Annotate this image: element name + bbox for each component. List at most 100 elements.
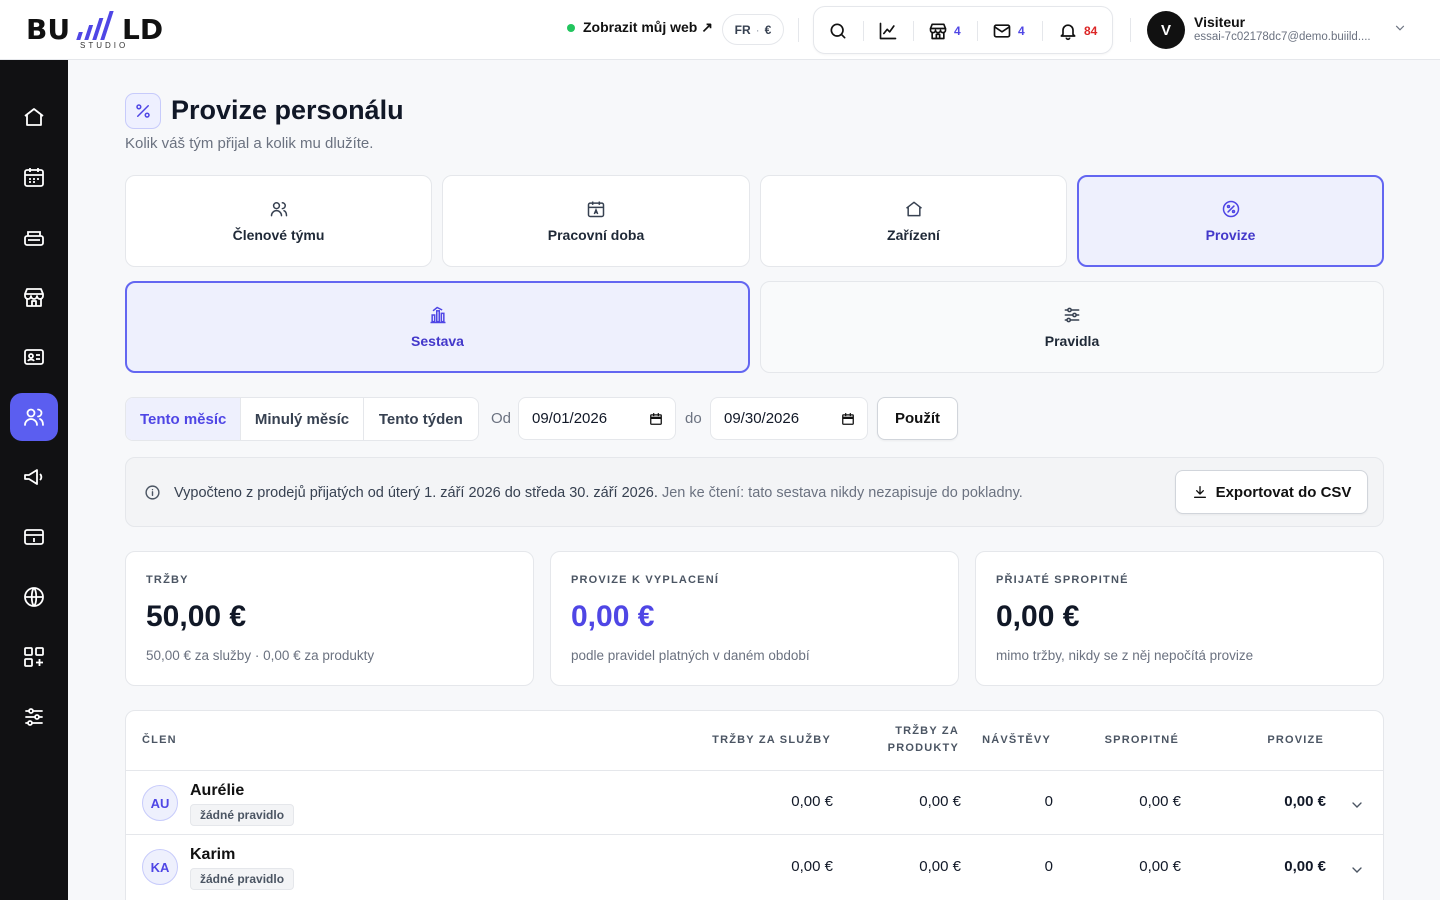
tab-facilities[interactable]: Zařízení	[760, 175, 1067, 267]
notifications-button[interactable]: 84	[1058, 19, 1097, 43]
percent-circle-icon	[1222, 200, 1239, 218]
stat-card-commission: PROVIZE K VYPLACENÍ 0,00 € podle pravide…	[550, 551, 959, 686]
cell-commission: 0,00 €	[1284, 858, 1326, 875]
column-header-visits: NÁVŠTĚVY	[982, 734, 1051, 746]
language-currency-selector[interactable]: FR · €	[722, 14, 784, 45]
sidebar-item-clients[interactable]	[10, 333, 58, 381]
logo[interactable]: BU LD STUDIO	[26, 10, 186, 52]
view-site-label: Zobrazit můj web ↗	[583, 19, 713, 35]
tab-label: Provize	[1205, 227, 1256, 243]
cell-visits: 0	[1044, 793, 1053, 810]
date-to-label: do	[685, 410, 702, 427]
cell-visits: 0	[1044, 858, 1053, 875]
sidebar-item-calendar[interactable]	[10, 153, 58, 201]
tab-team-members[interactable]: Členové týmu	[125, 175, 432, 267]
column-header-commission: PROVIZE	[1267, 734, 1324, 746]
date-to-value: 09/30/2026	[724, 410, 800, 427]
home-icon	[905, 201, 922, 217]
toolbar-group: 4 4 84	[813, 6, 1113, 54]
tab-commissions[interactable]: Provize	[1077, 175, 1384, 267]
preset-this-month[interactable]: Tento měsíc	[126, 398, 242, 440]
sidebar-item-payments[interactable]	[10, 513, 58, 561]
contact-card-icon	[24, 349, 44, 365]
preset-last-month[interactable]: Minulý měsíc	[241, 398, 364, 440]
chevron-down-icon[interactable]	[1349, 862, 1365, 878]
subtab-report[interactable]: Sestava	[125, 281, 750, 373]
users-icon	[24, 408, 44, 426]
page-title: Provize personálu	[171, 95, 404, 125]
export-csv-button[interactable]: Exportovat do CSV	[1175, 470, 1368, 514]
calendar-picker-icon[interactable]	[841, 412, 855, 426]
divider	[977, 21, 978, 41]
users-icon	[270, 202, 287, 217]
sidebar-item-website[interactable]	[10, 573, 58, 621]
download-icon	[1193, 486, 1206, 498]
stat-card-tips: PŘIJATÉ SPROPITNÉ 0,00 € mimo tržby, nik…	[975, 551, 1384, 686]
stores-button[interactable]: 4	[928, 19, 961, 43]
user-name: Visiteur	[1194, 14, 1246, 30]
info-text: Vypočteno z prodejů přijatých od úterý 1…	[174, 485, 1023, 501]
apply-button[interactable]: Použít	[877, 397, 958, 440]
info-banner: Vypočteno z prodejů přijatých od úterý 1…	[125, 457, 1384, 527]
column-header-products-line1: TRŽBY ZA	[895, 725, 959, 737]
subtab-label: Sestava	[411, 333, 464, 349]
cell-tips: 0,00 €	[1139, 793, 1181, 810]
divider	[798, 18, 799, 42]
sliders-icon	[25, 708, 43, 726]
sidebar-item-team[interactable]	[10, 393, 58, 441]
home-icon	[24, 108, 44, 126]
stat-label: PŘIJATÉ SPROPITNÉ	[996, 574, 1129, 586]
language-code: FR	[734, 22, 751, 37]
subtab-label: Pravidla	[1044, 333, 1100, 349]
sidebar-item-home[interactable]	[10, 93, 58, 141]
divider	[1130, 18, 1131, 42]
page-subtitle: Kolik váš tým přijal a kolik mu dlužíte.	[125, 135, 374, 152]
user-menu[interactable]: V Visiteur essai-7c02178dc7@demo.buiild.…	[1147, 11, 1417, 49]
chevron-down-icon	[1395, 25, 1405, 31]
stat-card-revenue: TRŽBY 50,00 € 50,00 € za služby · 0,00 €…	[125, 551, 534, 686]
divider	[1042, 21, 1043, 41]
sidebar-item-apps[interactable]	[10, 633, 58, 681]
card-icon	[24, 529, 44, 545]
sidebar-item-shop[interactable]	[10, 273, 58, 321]
info-muted-text: Jen ke čtení: tato sestava nikdy nezapis…	[661, 485, 1023, 501]
member-name: Aurélie	[190, 782, 245, 799]
stat-label: PROVIZE K VYPLACENÍ	[571, 574, 720, 586]
sidebar-item-marketing[interactable]	[10, 453, 58, 501]
chevron-down-icon[interactable]	[1349, 797, 1365, 813]
cell-products: 0,00 €	[919, 793, 961, 810]
member-avatar: AU	[142, 785, 178, 821]
divider	[863, 21, 864, 41]
cell-services: 0,00 €	[791, 793, 833, 810]
page-title-icon-box	[125, 93, 161, 129]
stat-label: TRŽBY	[146, 574, 189, 586]
sidebar-item-register[interactable]	[10, 213, 58, 261]
calendar-picker-icon[interactable]	[649, 412, 663, 426]
currency-symbol: €	[764, 22, 772, 37]
avatar: V	[1147, 11, 1185, 49]
subtab-rules[interactable]: Pravidla	[760, 281, 1384, 373]
tab-working-hours[interactable]: Pracovní doba	[442, 175, 750, 267]
sidebar-item-settings[interactable]	[10, 693, 58, 741]
cell-services: 0,00 €	[791, 858, 833, 875]
date-to-input[interactable]: 09/30/2026	[710, 397, 868, 440]
preset-this-week[interactable]: Tento týden	[364, 398, 478, 440]
globe-icon	[24, 587, 44, 607]
online-status-dot	[567, 23, 575, 32]
messages-button[interactable]: 4	[992, 19, 1025, 43]
table-row[interactable]: AU Aurélie žádné pravidlo 0,00 € 0,00 € …	[126, 770, 1383, 834]
view-site-link[interactable]: Zobrazit můj web ↗	[567, 19, 713, 36]
stat-note: mimo tržby, nikdy se z něj nepočítá prov…	[996, 648, 1254, 663]
date-from-input[interactable]: 09/01/2026	[518, 397, 676, 440]
stat-value: 0,00 €	[996, 600, 1080, 633]
calendar-icon	[587, 201, 605, 218]
stat-value: 0,00 €	[571, 600, 655, 633]
info-main-text: Vypočteno z prodejů přijatých od úterý 1…	[174, 485, 658, 501]
sliders-icon	[1064, 307, 1080, 323]
bar-chart-icon	[430, 306, 445, 324]
table-row[interactable]: KA Karim žádné pravidlo 0,00 € 0,00 € 0 …	[126, 834, 1383, 898]
analytics-button[interactable]	[878, 19, 898, 43]
megaphone-icon	[24, 469, 43, 485]
tab-label: Členové týmu	[232, 227, 325, 243]
search-button[interactable]	[828, 19, 848, 43]
